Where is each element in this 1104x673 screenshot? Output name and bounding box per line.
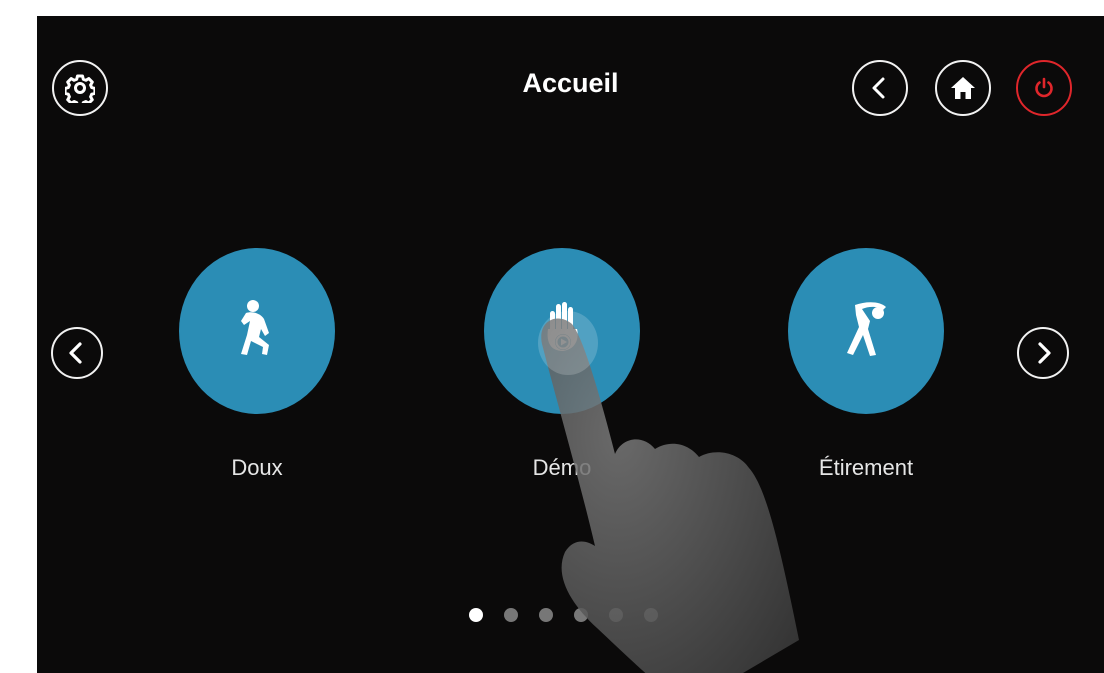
page-dot-1[interactable]: [469, 608, 483, 622]
back-button[interactable]: [852, 60, 908, 116]
chevron-right-icon: [1031, 341, 1055, 365]
mode-etirement-label: Étirement: [818, 455, 914, 480]
power-button[interactable]: [1016, 60, 1072, 116]
page-dot-6[interactable]: [644, 608, 658, 622]
home-button[interactable]: [935, 60, 991, 116]
mode-etirement-button[interactable]: [788, 248, 944, 414]
chevron-left-icon: [868, 76, 892, 100]
mode-doux-label: Doux: [231, 455, 283, 480]
mode-demo-label: Démo: [532, 455, 592, 480]
mode-doux-button[interactable]: [179, 248, 335, 414]
page-dot-5[interactable]: [609, 608, 623, 622]
mode-demo-button[interactable]: [484, 248, 640, 414]
carousel-prev-button[interactable]: [51, 327, 103, 379]
home-icon: [950, 75, 976, 101]
hand-play-icon: [537, 299, 587, 364]
stretching-person-icon: [838, 299, 894, 364]
chevron-left-icon: [65, 341, 89, 365]
page-dot-2[interactable]: [504, 608, 518, 622]
walking-person-icon: [232, 299, 282, 364]
touch-screen: Accueil Doux Démo Étirement: [37, 16, 1104, 673]
power-icon: [1032, 76, 1056, 100]
carousel-next-button[interactable]: [1017, 327, 1069, 379]
page-dot-3[interactable]: [539, 608, 553, 622]
page-dot-4[interactable]: [574, 608, 588, 622]
